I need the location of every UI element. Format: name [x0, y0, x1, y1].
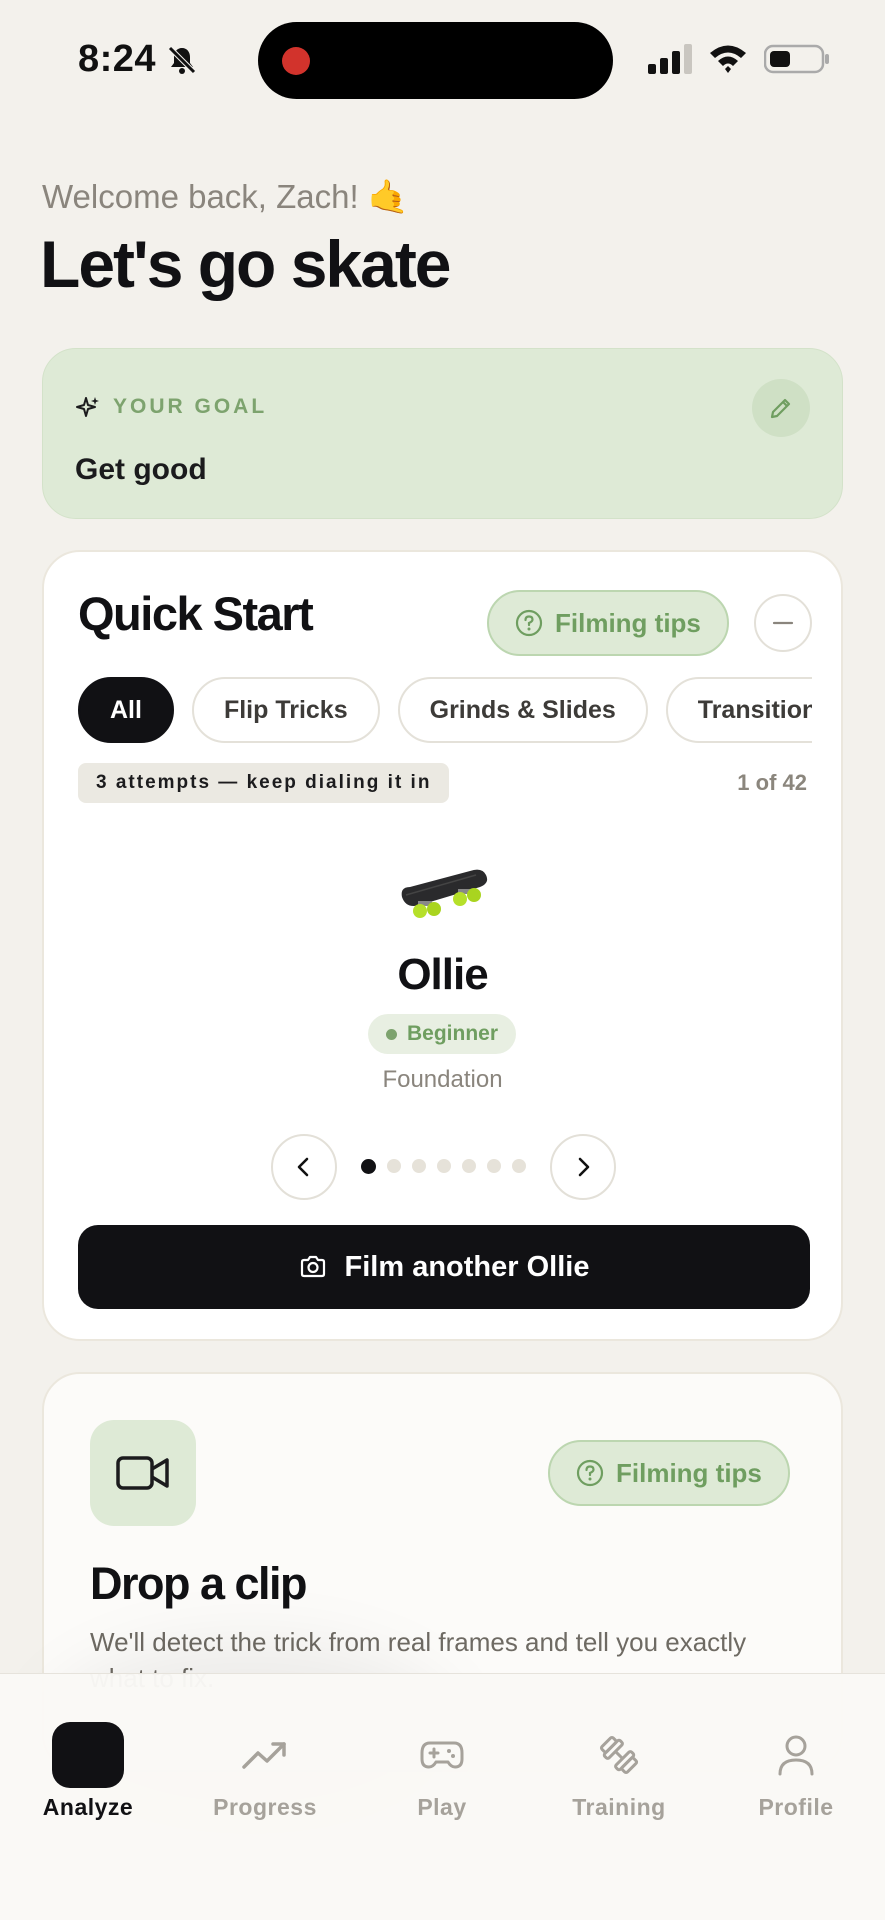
attempts-badge: 3 attempts — keep dialing it in	[78, 763, 450, 803]
dynamic-island	[258, 22, 613, 99]
trick-counter: 1 of 42	[737, 770, 807, 795]
trick-name: Ollie	[397, 950, 488, 999]
tab-progress[interactable]: Progress	[185, 1722, 345, 1832]
pencil-icon	[770, 398, 791, 419]
tab-progress-label: Progress	[213, 1794, 317, 1820]
previous-trick-button[interactable]	[271, 1134, 337, 1200]
level-label: Beginner	[407, 1022, 499, 1045]
tab-play[interactable]: Play	[362, 1722, 522, 1832]
film-trick-button[interactable]: Film another Ollie	[78, 1225, 810, 1309]
level-badge: Beginner	[368, 1014, 517, 1054]
tab-training[interactable]: Training	[539, 1722, 699, 1832]
level-dot	[386, 1028, 397, 1040]
filming-tips-button[interactable]: Filming tips	[487, 590, 729, 656]
battery-icon	[764, 44, 829, 74]
bell-muted-icon	[168, 46, 196, 74]
status-bar: 8:24	[0, 0, 885, 120]
pager-dot[interactable]	[387, 1159, 401, 1173]
trick-category: Foundation	[382, 1066, 503, 1093]
filter-chip-grinds-slides[interactable]: Grinds & Slides	[397, 677, 648, 743]
goal-text: Get good	[75, 453, 207, 486]
wifi-icon	[710, 45, 746, 73]
tab-play-label: Play	[417, 1794, 467, 1820]
pager-dot[interactable]	[437, 1159, 451, 1173]
filter-chip-all[interactable]: All	[78, 677, 174, 743]
filter-chips: All Flip Tricks Grinds & Slides Transiti…	[78, 677, 812, 745]
tab-bar: Analyze Progress Play Training Profile	[0, 1673, 885, 1920]
dumbbell-icon	[599, 1735, 639, 1775]
trending-up-icon	[242, 1742, 286, 1769]
page-title: Let's go skate	[40, 227, 452, 301]
pager-dot[interactable]	[462, 1159, 476, 1173]
signal-icon	[648, 44, 692, 74]
analyze-icon	[52, 1722, 124, 1788]
status-time: 8:24	[78, 38, 157, 80]
goal-card: YOUR GOAL Get good	[42, 348, 843, 519]
filming-tips-label: Filming tips	[555, 607, 701, 638]
pager-dot[interactable]	[412, 1159, 426, 1173]
tab-profile[interactable]: Profile	[716, 1722, 876, 1832]
sparkle-icon	[76, 397, 99, 417]
minus-icon	[772, 621, 794, 625]
camera-icon	[300, 1255, 325, 1278]
tab-training-label: Training	[572, 1794, 666, 1820]
pager-dot[interactable]	[512, 1159, 526, 1173]
chevron-left-icon	[297, 1157, 309, 1177]
drop-clip-title: Drop a clip	[90, 1558, 308, 1609]
filter-chip-transition[interactable]: Transition	[665, 677, 812, 743]
tab-profile-label: Profile	[758, 1794, 834, 1820]
tab-analyze[interactable]: Analyze	[8, 1722, 168, 1832]
video-tile	[90, 1420, 196, 1526]
next-trick-button[interactable]	[550, 1134, 616, 1200]
video-camera-icon	[116, 1456, 169, 1490]
collapse-button[interactable]	[754, 594, 812, 652]
user-icon	[778, 1735, 814, 1776]
recording-indicator	[282, 47, 310, 75]
goal-label: YOUR GOAL	[113, 395, 268, 418]
skateboard-icon	[401, 869, 488, 918]
edit-goal-button[interactable]	[752, 379, 810, 437]
film-button-label: Film another Ollie	[344, 1250, 590, 1283]
filter-chip-flip-tricks[interactable]: Flip Tricks	[191, 677, 380, 743]
drop-filming-tips-button[interactable]: Filming tips	[548, 1440, 790, 1506]
pager-dot[interactable]	[361, 1159, 376, 1174]
drop-filming-tips-label: Filming tips	[616, 1457, 762, 1488]
quick-start-card: Quick Start Filming tips All Flip Tricks…	[42, 550, 843, 1341]
help-circle-icon	[515, 609, 543, 637]
quick-start-title: Quick Start	[78, 587, 314, 640]
gamepad-icon	[420, 1741, 464, 1769]
pager-dot[interactable]	[487, 1159, 501, 1173]
help-circle-icon	[576, 1459, 604, 1487]
chevron-right-icon	[578, 1157, 590, 1177]
pager-dots	[361, 1159, 526, 1174]
welcome-text: Welcome back, Zach! 🤙	[42, 178, 409, 215]
tab-analyze-label: Analyze	[42, 1794, 134, 1820]
